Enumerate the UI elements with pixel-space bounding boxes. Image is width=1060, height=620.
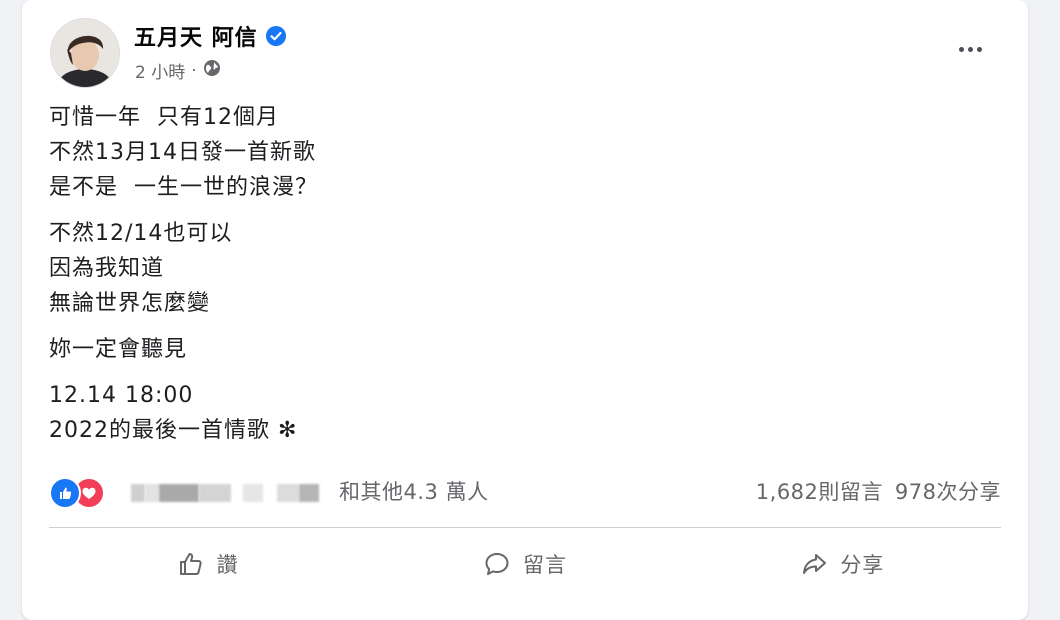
like-button[interactable]: 讚 <box>49 540 366 588</box>
reaction-icons[interactable] <box>49 477 121 509</box>
share-button-label: 分享 <box>840 553 885 577</box>
reactions-count-text[interactable]: 和其他4.3 萬人 <box>339 476 489 506</box>
post-line: 是不是 一生一世的浪漫？ <box>49 175 318 200</box>
post-line: 可惜一年 只有12個月 <box>49 105 279 130</box>
shares-count[interactable]: 978次分享 <box>895 476 1001 506</box>
blurred-reactor-names <box>131 480 319 506</box>
more-options-icon[interactable] <box>952 34 988 64</box>
post-actions: 讚 留言 分享 <box>49 540 1001 588</box>
globe-icon <box>203 59 221 82</box>
post-line: 無論世界怎麼變 <box>49 291 211 316</box>
author-name-row: 五月天 阿信 <box>134 20 286 52</box>
post-stats: 1,682則留言 978次分享 <box>756 476 1001 506</box>
thumbs-up-icon <box>177 550 205 578</box>
reactions-bar: 和其他4.3 萬人 1,682則留言 978次分享 <box>49 474 1001 510</box>
post-line: 因為我知道 <box>49 256 165 281</box>
post-timestamp[interactable]: 2 小時 <box>135 58 185 83</box>
post-line: 12.14 18:00 <box>49 383 194 408</box>
post-text: 可惜一年 只有12個月 不然13月14日發一首新歌 是不是 一生一世的浪漫？ 不… <box>49 100 949 459</box>
post-meta: 2 小時 · <box>135 58 221 83</box>
share-button[interactable]: 分享 <box>684 540 1001 588</box>
post-paragraph: 不然12/14也可以 因為我知道 無論世界怎麼變 <box>49 216 949 321</box>
post-line: 2022的最後一首情歌 ✻ <box>49 418 298 443</box>
like-button-label: 讚 <box>216 553 239 577</box>
actions-divider <box>49 527 1001 528</box>
post-paragraph: 妳一定會聽見 <box>49 332 949 367</box>
verified-badge-icon <box>265 26 286 46</box>
post-paragraph: 可惜一年 只有12個月 不然13月14日發一首新歌 是不是 一生一世的浪漫？ <box>49 100 949 205</box>
post-line: 妳一定會聽見 <box>49 337 188 362</box>
like-reaction-icon <box>49 477 81 509</box>
post-paragraph: 12.14 18:00 2022的最後一首情歌 ✻ <box>49 378 949 448</box>
post-line: 不然13月14日發一首新歌 <box>49 140 316 165</box>
comment-button[interactable]: 留言 <box>366 540 683 588</box>
meta-separator: · <box>191 60 197 81</box>
avatar-image <box>51 19 119 87</box>
author-avatar[interactable] <box>50 18 120 88</box>
author-name[interactable]: 五月天 阿信 <box>134 20 258 52</box>
post-line: 不然12/14也可以 <box>49 221 233 246</box>
share-arrow-icon <box>800 550 828 578</box>
post-card: 五月天 阿信 2 小時 · 可惜一年 只有12個月 不然13月14日發一首新歌 … <box>22 0 1028 620</box>
comments-count[interactable]: 1,682則留言 <box>756 476 883 506</box>
comment-button-label: 留言 <box>522 553 567 577</box>
comment-bubble-icon <box>483 550 511 578</box>
